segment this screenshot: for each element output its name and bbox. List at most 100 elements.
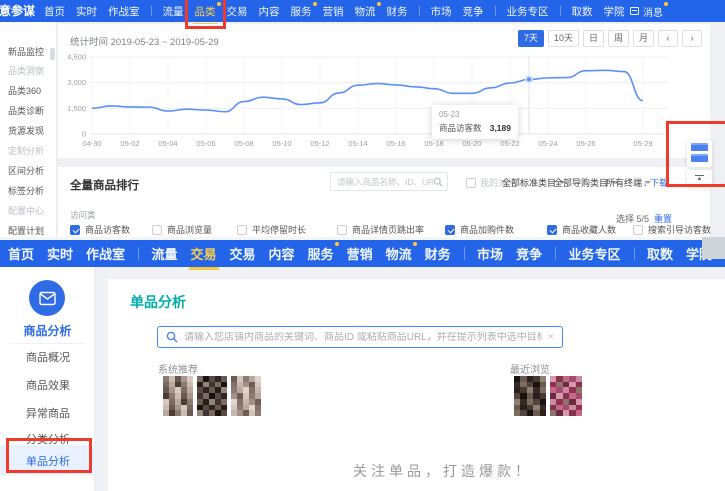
nav-item-data-fetch[interactable]: 取数 [647, 244, 673, 263]
tooltip-metric: 商品访客数 [439, 122, 482, 134]
nav-item-market[interactable]: 市场 [431, 4, 452, 19]
nav-item-home[interactable]: 首页 [44, 4, 65, 19]
sidebar-item-category-360[interactable]: 品类360 [8, 84, 41, 97]
checkbox-icon [445, 225, 455, 235]
nav-item-service[interactable]: 服务 [291, 4, 312, 19]
sidebar-item-single-product-analysis[interactable]: 单品分析 [0, 445, 95, 475]
metric-checkbox-search-visitors[interactable]: 搜索引导访客数 [633, 223, 711, 236]
metric-checkbox-favorites[interactable]: 商品收藏人数 [547, 223, 616, 236]
nav-item-product[interactable]: 交易 [191, 244, 217, 263]
nav-item-warroom[interactable]: 作战室 [108, 4, 140, 19]
recommended-product-thumb[interactable] [231, 376, 261, 416]
nav-item-marketing[interactable]: 营销 [323, 4, 344, 19]
range-next-button[interactable]: › [682, 30, 702, 47]
nav-item-business-zone[interactable]: 业务专区 [569, 244, 621, 263]
nav-item-finance[interactable]: 财务 [387, 4, 408, 19]
nav-item-logistics[interactable]: 物流 [355, 4, 376, 19]
floating-widget-button[interactable] [691, 143, 708, 151]
nav-item-traffic[interactable]: 流量 [151, 244, 177, 263]
range-month-button[interactable]: 月 [633, 30, 654, 47]
sidebar-item-category-insight[interactable]: 品类洞察 [8, 64, 44, 77]
svg-text:05-08: 05-08 [234, 139, 253, 148]
recommended-product-thumb[interactable] [197, 376, 227, 416]
nav-item-market[interactable]: 市场 [477, 244, 503, 263]
metric-checkbox-bounce-rate[interactable]: 商品详情页跳出率 [337, 223, 424, 236]
sidebar-scrollbar-thumb[interactable] [50, 48, 55, 60]
nav-item-realtime[interactable]: 实时 [47, 244, 73, 263]
item-search-input[interactable] [184, 332, 542, 343]
svg-text:05-14: 05-14 [348, 139, 367, 148]
metric-checkbox-pageviews[interactable]: 商品浏览量 [152, 223, 212, 236]
nav-item-home[interactable]: 首页 [8, 244, 34, 263]
range-7d-button[interactable]: 7天 [518, 30, 544, 47]
tooltip-date: 05-23 [439, 110, 511, 119]
sidebar-item-range-analysis[interactable]: 区间分析 [8, 164, 44, 177]
chart-tooltip: 05-23 商品访客数 3,189 [432, 105, 518, 139]
metric-checkbox-cart-adds[interactable]: 商品加购件数 [445, 223, 514, 236]
recent-product-thumb[interactable] [514, 376, 546, 416]
metric-checkbox-visitors[interactable]: 商品访客数 [70, 223, 130, 236]
sidebar-item-product-effect[interactable]: 商品效果 [26, 377, 70, 393]
nav-item-logistics[interactable]: 物流 [386, 244, 412, 263]
badge-dot [217, 2, 221, 6]
sidebar-item-custom-analysis[interactable]: 定制分析 [8, 144, 44, 157]
product-search-input[interactable] [337, 177, 433, 187]
sidebar-item-config-plan[interactable]: 配置计划 [8, 224, 44, 237]
svg-text:05-10: 05-10 [272, 139, 291, 148]
nav-item-category[interactable]: 品类 [195, 4, 216, 19]
message-label: 消息 [643, 4, 663, 19]
range-10d-button[interactable]: 10天 [548, 30, 579, 47]
nav-item-competition[interactable]: 竞争 [516, 244, 542, 263]
product-search-box[interactable] [330, 172, 448, 191]
metric-checkbox-stay-time[interactable]: 平均停留时长 [237, 223, 306, 236]
nav-item-content[interactable]: 内容 [269, 244, 295, 263]
app-logo[interactable]: 生意参谋 [0, 0, 35, 22]
nav-item-competition[interactable]: 竞争 [463, 4, 484, 19]
recent-product-thumb[interactable] [550, 376, 582, 416]
checkbox-icon [152, 225, 162, 235]
single-product-analysis-card: 单品分析 × 系统推荐 最近浏览 关注单品，打造爆款！ [108, 279, 725, 491]
checkbox-icon [70, 225, 80, 235]
range-prev-button[interactable]: ‹ [658, 30, 678, 47]
sidebar-item-product-overview[interactable]: 商品概况 [26, 349, 70, 365]
svg-text:3,000: 3,000 [67, 78, 86, 87]
nav-item-logistics-label: 物流 [355, 6, 376, 18]
sidebar-item-config-center[interactable]: 配置中心 [8, 204, 44, 217]
bottom-sidebar: 商品分析 商品概况 商品效果 异常商品 分类分析 单品分析 [0, 267, 95, 491]
badge-dot [313, 2, 317, 6]
screenshot-bottom: 首页 实时 作战室 流量 交易 交易 内容 服务 营销 物流 财务 市场 竞争 … [0, 240, 725, 491]
clear-icon[interactable]: × [548, 331, 554, 343]
svg-text:05-02: 05-02 [120, 139, 139, 148]
nav-item-business-zone[interactable]: 业务专区 [507, 4, 549, 19]
download-link[interactable]: ↓ 下载 [643, 176, 668, 189]
sidebar-item-abnormal-product[interactable]: 异常商品 [26, 405, 70, 421]
bottom-navbar: 首页 实时 作战室 流量 交易 交易 内容 服务 营销 物流 财务 市场 竞争 … [0, 240, 725, 267]
nav-item-data-fetch[interactable]: 取数 [572, 4, 593, 19]
nav-item-realtime[interactable]: 实时 [76, 4, 97, 19]
nav-item-trade[interactable]: 交易 [227, 4, 248, 19]
sidebar-item-category-diagnose[interactable]: 品类诊断 [8, 104, 44, 117]
range-day-button[interactable]: 日 [583, 30, 604, 47]
nav-item-content[interactable]: 内容 [259, 4, 280, 19]
product-ranking-card: 全量商品排行 我的关注 全部标准类目 全部导购类目 所有终端 ↓ 下载 访问类 … [58, 167, 710, 237]
product-analysis-module-icon [29, 280, 65, 316]
message-button[interactable]: 消息 [630, 0, 725, 22]
item-search-box[interactable]: × [157, 326, 563, 348]
range-week-button[interactable]: 周 [608, 30, 629, 47]
module-title: 商品分析 [0, 322, 95, 339]
nav-item-trade[interactable]: 交易 [230, 244, 256, 263]
sidebar-item-supply-discovery[interactable]: 货源发现 [8, 124, 44, 137]
sidebar-item-new-product[interactable]: 新品监控 [8, 45, 44, 58]
recommended-product-thumb[interactable] [163, 376, 193, 416]
nav-item-academy[interactable]: 学院 [604, 4, 625, 19]
nav-item-traffic[interactable]: 流量 [163, 4, 184, 19]
nav-item-finance[interactable]: 财务 [425, 244, 451, 263]
nav-item-warroom[interactable]: 作战室 [86, 244, 125, 263]
back-to-top-button[interactable]: ▲ [687, 170, 712, 187]
nav-item-marketing[interactable]: 营销 [347, 244, 373, 263]
visitor-trend-chart[interactable]: 01,5003,0004,50004-3005-0205-0405-0605-0… [62, 53, 702, 151]
page: 生意参谋 首页 实时 作战室 流量 品类 交易 内容 服务 营销 物流 财务 市… [0, 0, 725, 491]
floating-widget-button[interactable] [691, 154, 708, 162]
nav-item-service[interactable]: 服务 [308, 244, 334, 263]
sidebar-item-tag-analysis[interactable]: 标签分析 [8, 184, 44, 197]
